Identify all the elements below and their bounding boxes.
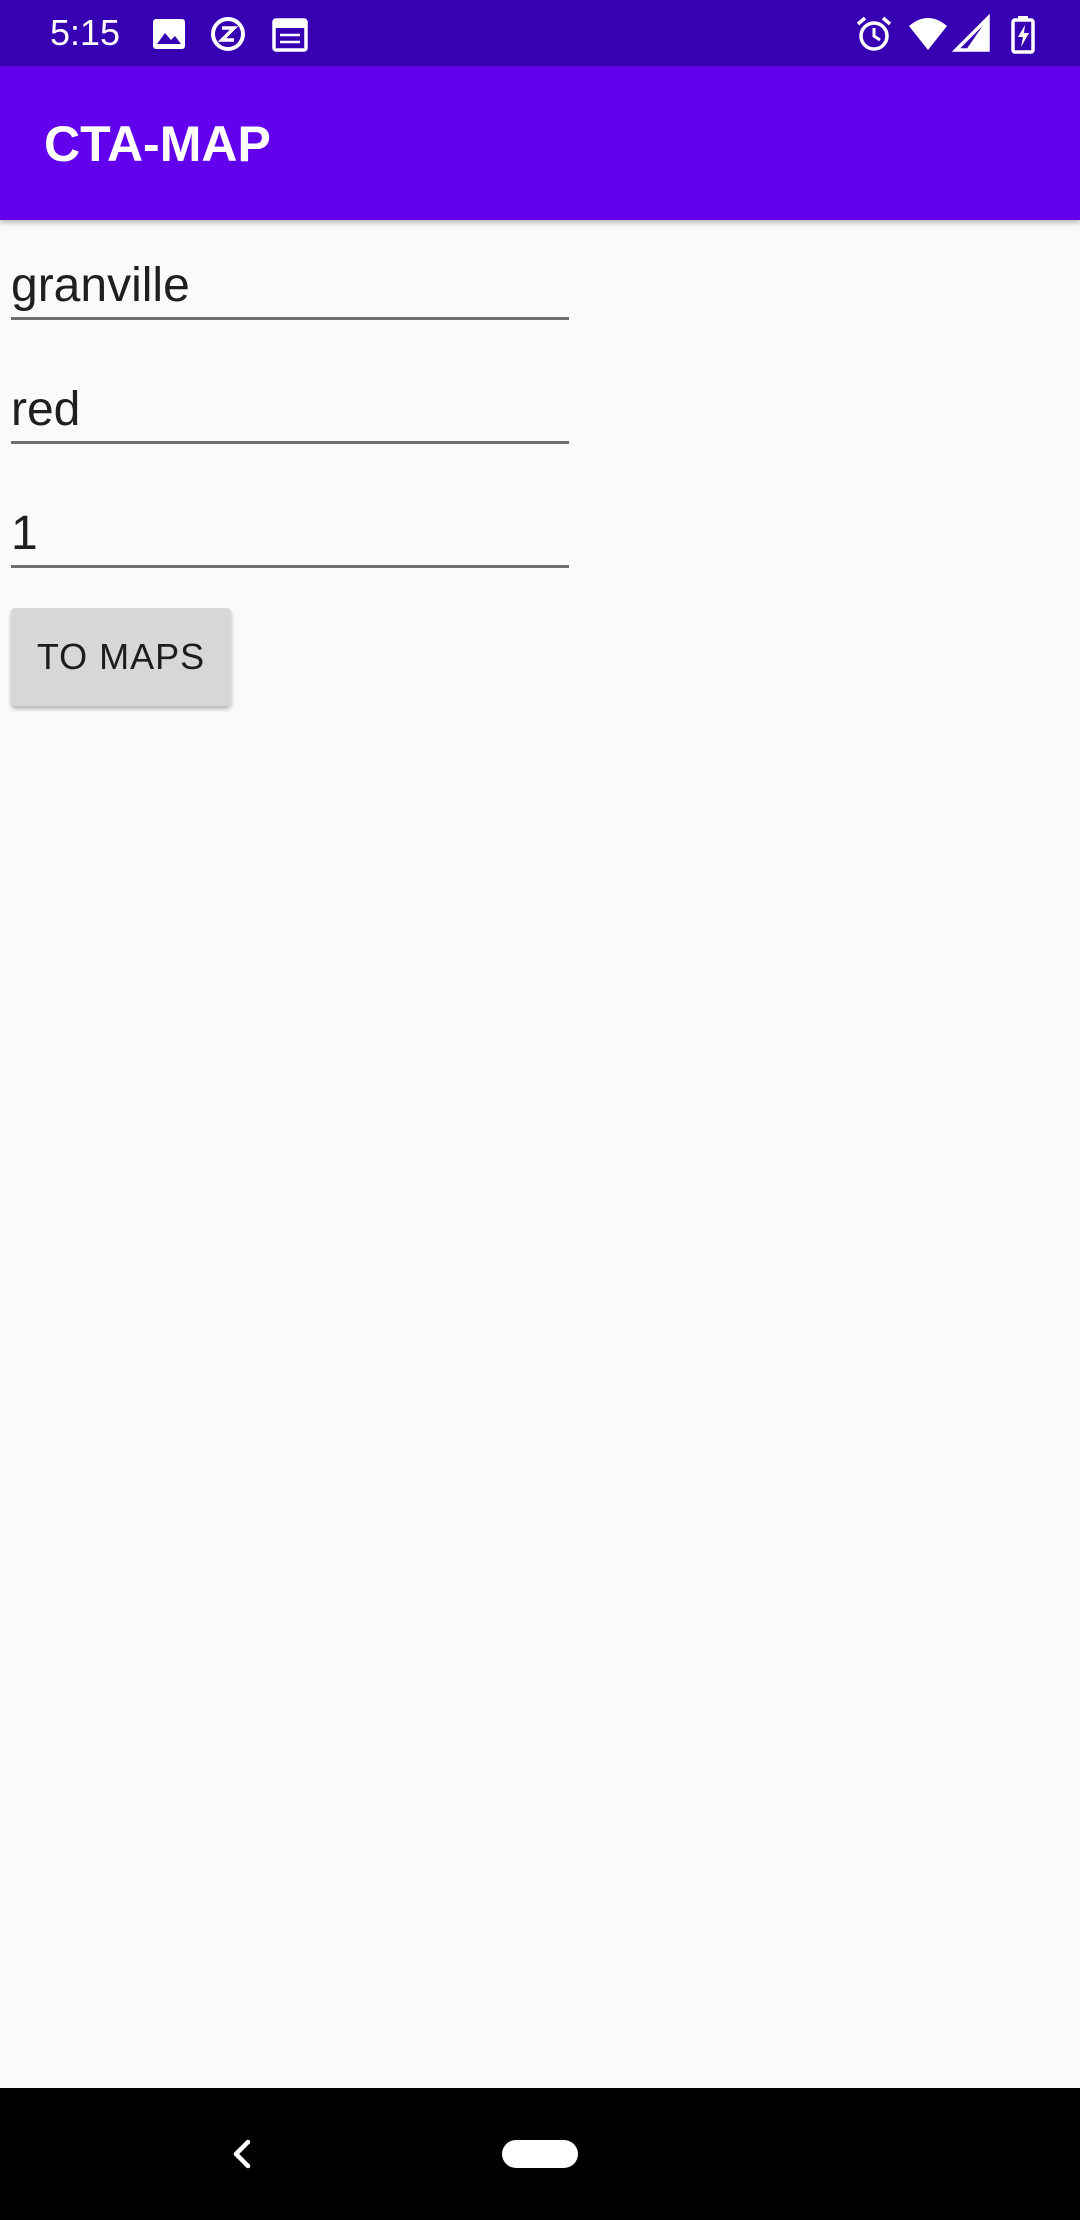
status-bar: 5:15: [0, 0, 1080, 66]
sync-icon: [208, 14, 248, 54]
number-input[interactable]: [11, 502, 569, 568]
image-icon: [150, 14, 190, 54]
back-icon[interactable]: [222, 2134, 262, 2174]
battery-charging-icon: [1004, 14, 1044, 54]
to-maps-button[interactable]: TO MAPS: [11, 608, 231, 706]
status-time: 5:15: [50, 12, 121, 53]
wifi-icon: [908, 14, 948, 54]
station-input[interactable]: [11, 254, 569, 320]
home-pill[interactable]: [502, 2140, 578, 2168]
calendar-icon: [270, 14, 310, 54]
alarm-icon: [854, 14, 894, 54]
signal-icon: [951, 13, 992, 54]
navigation-bar: [0, 2088, 1080, 2220]
line-input[interactable]: [11, 378, 569, 444]
app-title: CTA-MAP: [44, 116, 271, 172]
app-bar: CTA-MAP: [0, 66, 1080, 220]
